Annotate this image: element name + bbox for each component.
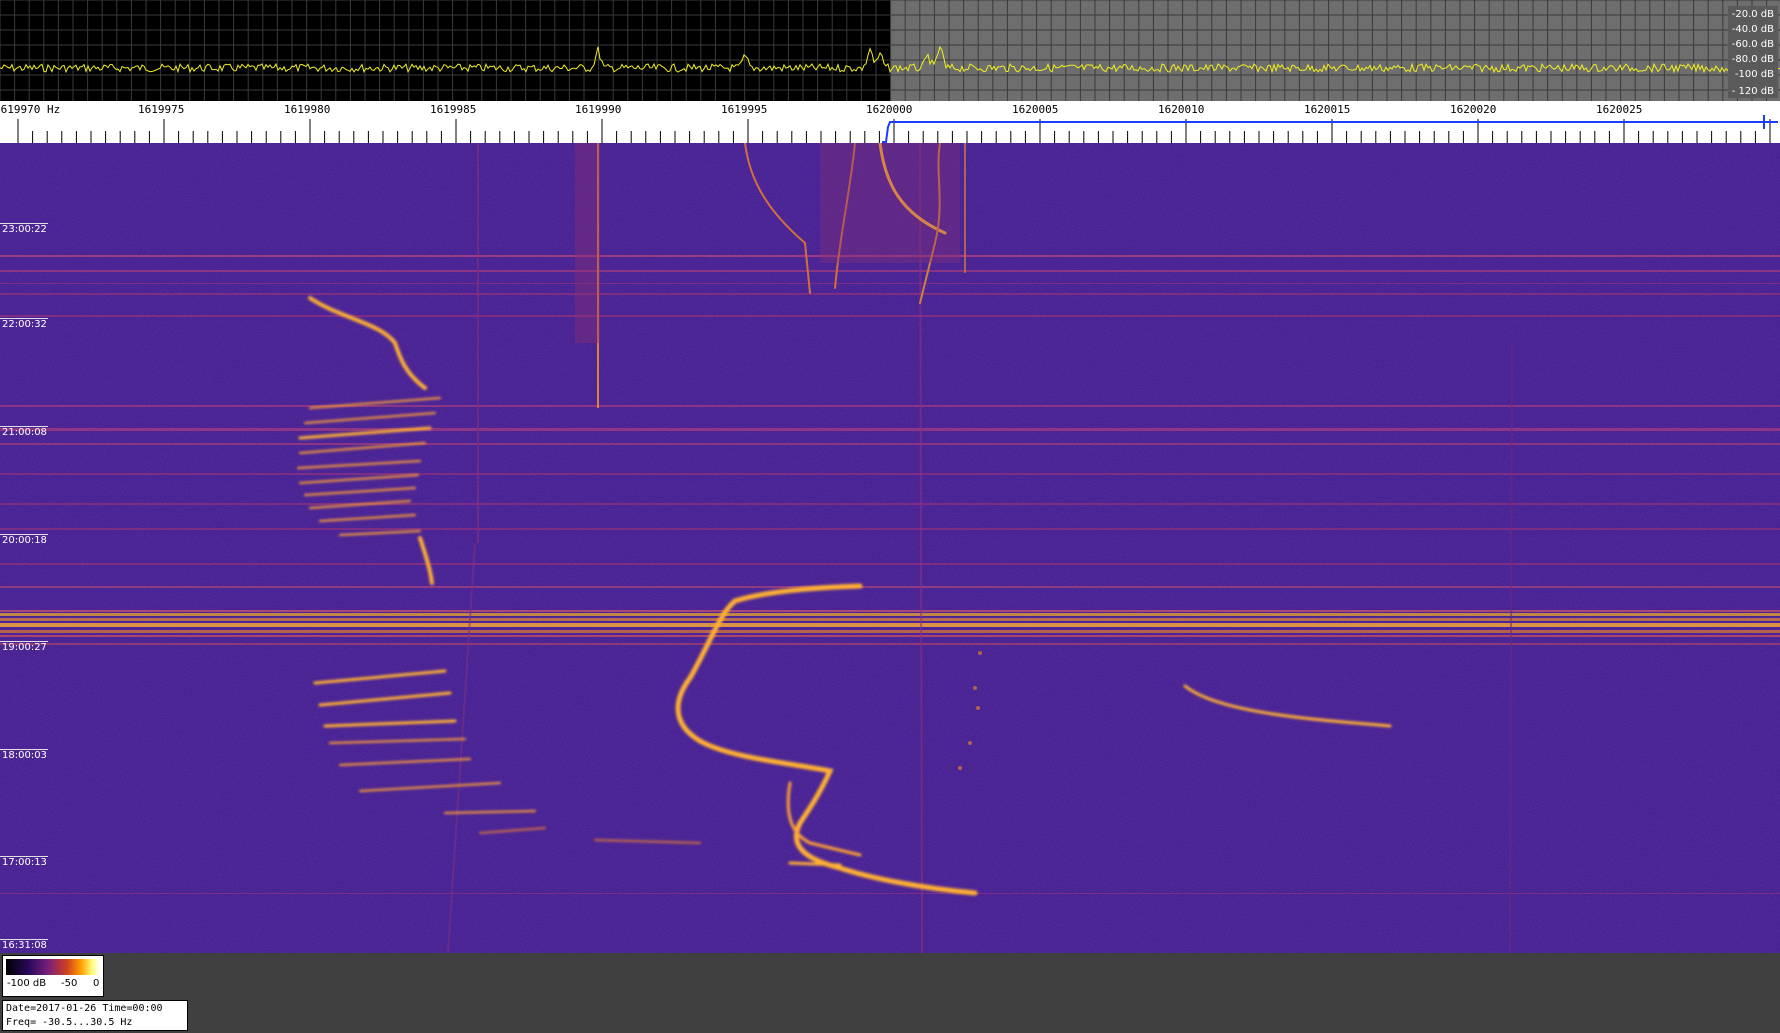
colorbar-tick: -100 dB (7, 978, 47, 989)
freq-label: 1619995 (721, 103, 768, 116)
freq-label: 1620010 (1158, 103, 1205, 116)
freq-label: 1620025 (1596, 103, 1643, 116)
colorbar-legend: -100 dB -50 0 (2, 955, 104, 997)
freq-label: 1620000 (866, 103, 913, 116)
waterfall-image (0, 143, 1780, 953)
time-label: 21:00:08 (2, 427, 47, 438)
db-label: -100 dB (1735, 69, 1774, 80)
time-label: 18:00:03 (2, 750, 47, 761)
freq-label: 1620020 (1450, 103, 1497, 116)
info-date-time: Date=2017-01-26 Time=00:00 (6, 1003, 163, 1014)
time-label: 22:00:32 (2, 319, 47, 330)
time-label: 23:00:22 (2, 224, 47, 235)
db-scale: -20.0 dB -40.0 dB -60.0 dB -80.0 dB -100… (1728, 6, 1778, 98)
colorbar-gradient (6, 959, 100, 975)
freq-label: 1620005 (1012, 103, 1059, 116)
info-frequency-range: Freq= -30.5...30.5 Hz (6, 1017, 133, 1028)
freq-label: 1619990 (575, 103, 622, 116)
db-label: -40.0 dB (1732, 24, 1774, 35)
time-label: 17:00:13 (2, 857, 47, 868)
colorbar-tick: -50 (61, 978, 78, 989)
db-label: -20.0 dB (1732, 9, 1774, 20)
freq-label: 1619970 Hz (0, 103, 61, 116)
freq-label: 1619980 (284, 103, 331, 116)
db-label: -60.0 dB (1732, 39, 1774, 50)
colorbar-tick: 0 (93, 978, 100, 989)
waterfall-display[interactable]: 23:00:22 22:00:32 21:00:08 20:00:18 19:0… (0, 143, 1780, 953)
freq-label: 1619985 (430, 103, 477, 116)
passband-marker[interactable] (882, 121, 1778, 143)
frequency-axis[interactable]: 1619970 Hz 1619975 1619980 1619985 16199… (0, 101, 1780, 143)
db-label: -80.0 dB (1732, 54, 1774, 65)
freq-label: 1619975 (138, 103, 185, 116)
spectrum-panel[interactable]: -20.0 dB -40.0 dB -60.0 dB -80.0 dB -100… (0, 0, 1780, 101)
db-label: - 120 dB (1732, 86, 1774, 97)
time-label: 16:31:08 (2, 940, 47, 951)
freq-label: 1620015 (1304, 103, 1351, 116)
time-label: 19:00:27 (2, 642, 47, 653)
time-label: 20:00:18 (2, 535, 47, 546)
waterfall-noise (0, 143, 1780, 953)
info-panel: Date=2017-01-26 Time=00:00 Freq= -30.5..… (2, 1000, 188, 1031)
